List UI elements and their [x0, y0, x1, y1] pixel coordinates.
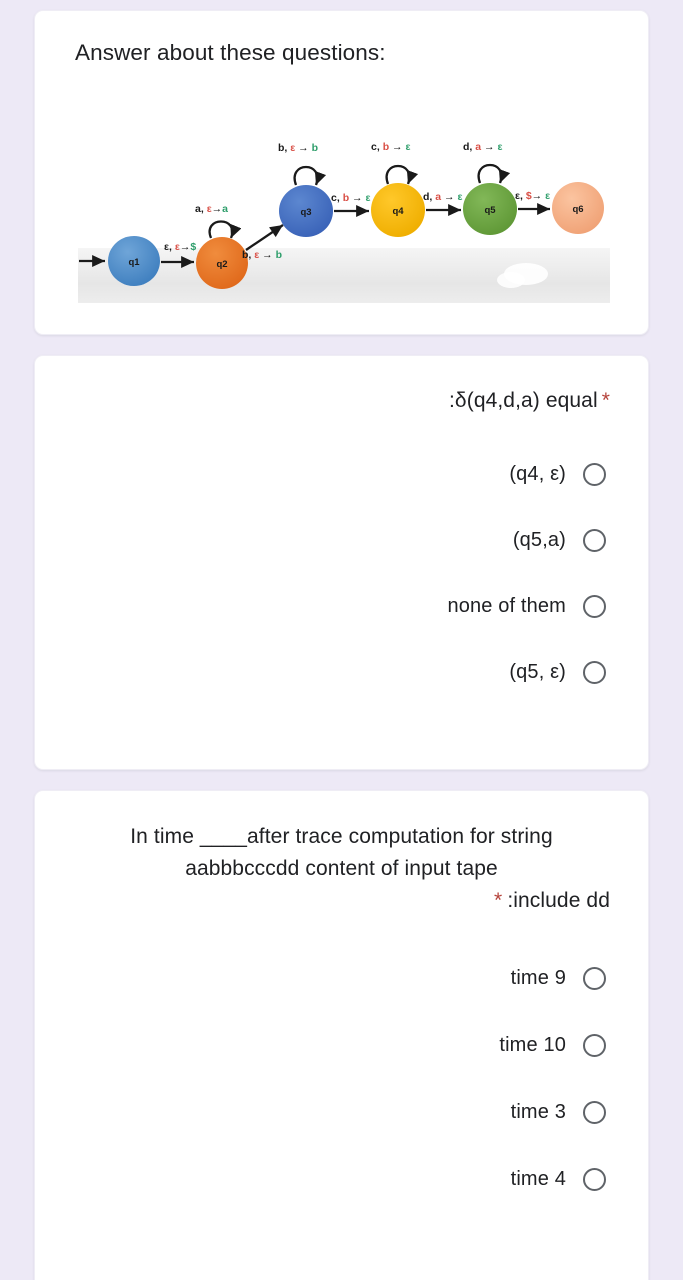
svg-text:q1: q1 — [128, 257, 140, 268]
svg-text:d, a → ε: d, a → ε — [463, 141, 502, 153]
svg-text:ε, ε→$: ε, ε→$ — [164, 241, 196, 253]
svg-text:d, a → ε: d, a → ε — [423, 191, 462, 203]
question-card-time: In time ____after trace computation for … — [34, 790, 649, 1280]
options-list-delta: (q4, ε) (q5,a) none of them (q5, ε) — [73, 451, 610, 697]
svg-text:a, ε→a: a, ε→a — [195, 203, 228, 215]
intro-card: Answer about these questions: q1 q2 q3 q… — [34, 10, 649, 335]
option-label: time 3 — [510, 1101, 566, 1124]
page-title: Answer about these questions: — [75, 40, 386, 65]
svg-text:q6: q6 — [572, 204, 583, 215]
diagram-graphics: q1 q2 q3 q4 q5 q6 ε, ε→$ a, ε→a b, ε → b… — [78, 128, 610, 303]
option-row[interactable]: (q4, ε) — [73, 451, 610, 499]
option-row[interactable]: time 3 — [73, 1089, 610, 1137]
required-asterisk: * — [494, 888, 503, 912]
options-list-time: time 9 time 10 time 3 time 4 — [73, 955, 610, 1204]
option-label: time 4 — [510, 1168, 566, 1191]
radio-button[interactable] — [583, 463, 606, 487]
svg-text:ε, $→ ε: ε, $→ ε — [515, 190, 550, 202]
radio-button[interactable] — [583, 529, 606, 553]
svg-text:c, b → ε: c, b → ε — [371, 141, 410, 153]
radio-button[interactable] — [583, 1034, 606, 1058]
radio-button[interactable] — [583, 967, 606, 991]
option-row[interactable]: (q5, ε) — [73, 649, 610, 697]
radio-button[interactable] — [583, 661, 606, 685]
option-row[interactable]: time 4 — [73, 1156, 610, 1204]
question-card-delta: *:δ(q4,d,a) equal (q4, ε) (q5,a) none of… — [34, 355, 649, 770]
option-label: (q5,a) — [512, 529, 566, 552]
radio-button[interactable] — [583, 595, 606, 619]
question-title-time: In time ____after trace computation for … — [73, 821, 610, 917]
option-label: time 10 — [499, 1034, 566, 1057]
svg-text:q3: q3 — [300, 207, 311, 218]
question-text-line3-wrap: *:include dd — [73, 885, 610, 917]
option-label: time 9 — [510, 967, 566, 990]
radio-button[interactable] — [583, 1101, 606, 1125]
option-row[interactable]: time 10 — [73, 1022, 610, 1070]
question-text-line1: In time ____after trace computation for — [130, 825, 495, 848]
svg-text:b, ε → b: b, ε → b — [278, 142, 318, 154]
question-text: :δ(q4,d,a) equal — [449, 389, 598, 412]
option-row[interactable]: none of them — [73, 583, 610, 631]
form-page: Answer about these questions: q1 q2 q3 q… — [0, 0, 683, 1280]
option-row[interactable]: (q5,a) — [73, 517, 610, 565]
svg-text:q2: q2 — [216, 259, 227, 270]
pushdown-automaton-diagram: q1 q2 q3 q4 q5 q6 ε, ε→$ a, ε→a b, ε → b… — [78, 128, 610, 303]
radio-button[interactable] — [583, 1168, 606, 1192]
option-label: none of them — [447, 595, 566, 618]
svg-text:q4: q4 — [392, 206, 404, 217]
svg-text:c, b → ε: c, b → ε — [331, 192, 370, 204]
required-asterisk: * — [601, 389, 610, 412]
option-label: (q5, ε) — [509, 661, 566, 684]
question-text-line3: :include dd — [507, 888, 610, 912]
svg-text:q5: q5 — [484, 205, 496, 216]
option-row[interactable]: time 9 — [73, 955, 610, 1003]
option-label: (q4, ε) — [509, 463, 566, 486]
question-title-delta: *:δ(q4,d,a) equal — [73, 386, 610, 416]
svg-text:b, ε → b: b, ε → b — [242, 249, 282, 261]
